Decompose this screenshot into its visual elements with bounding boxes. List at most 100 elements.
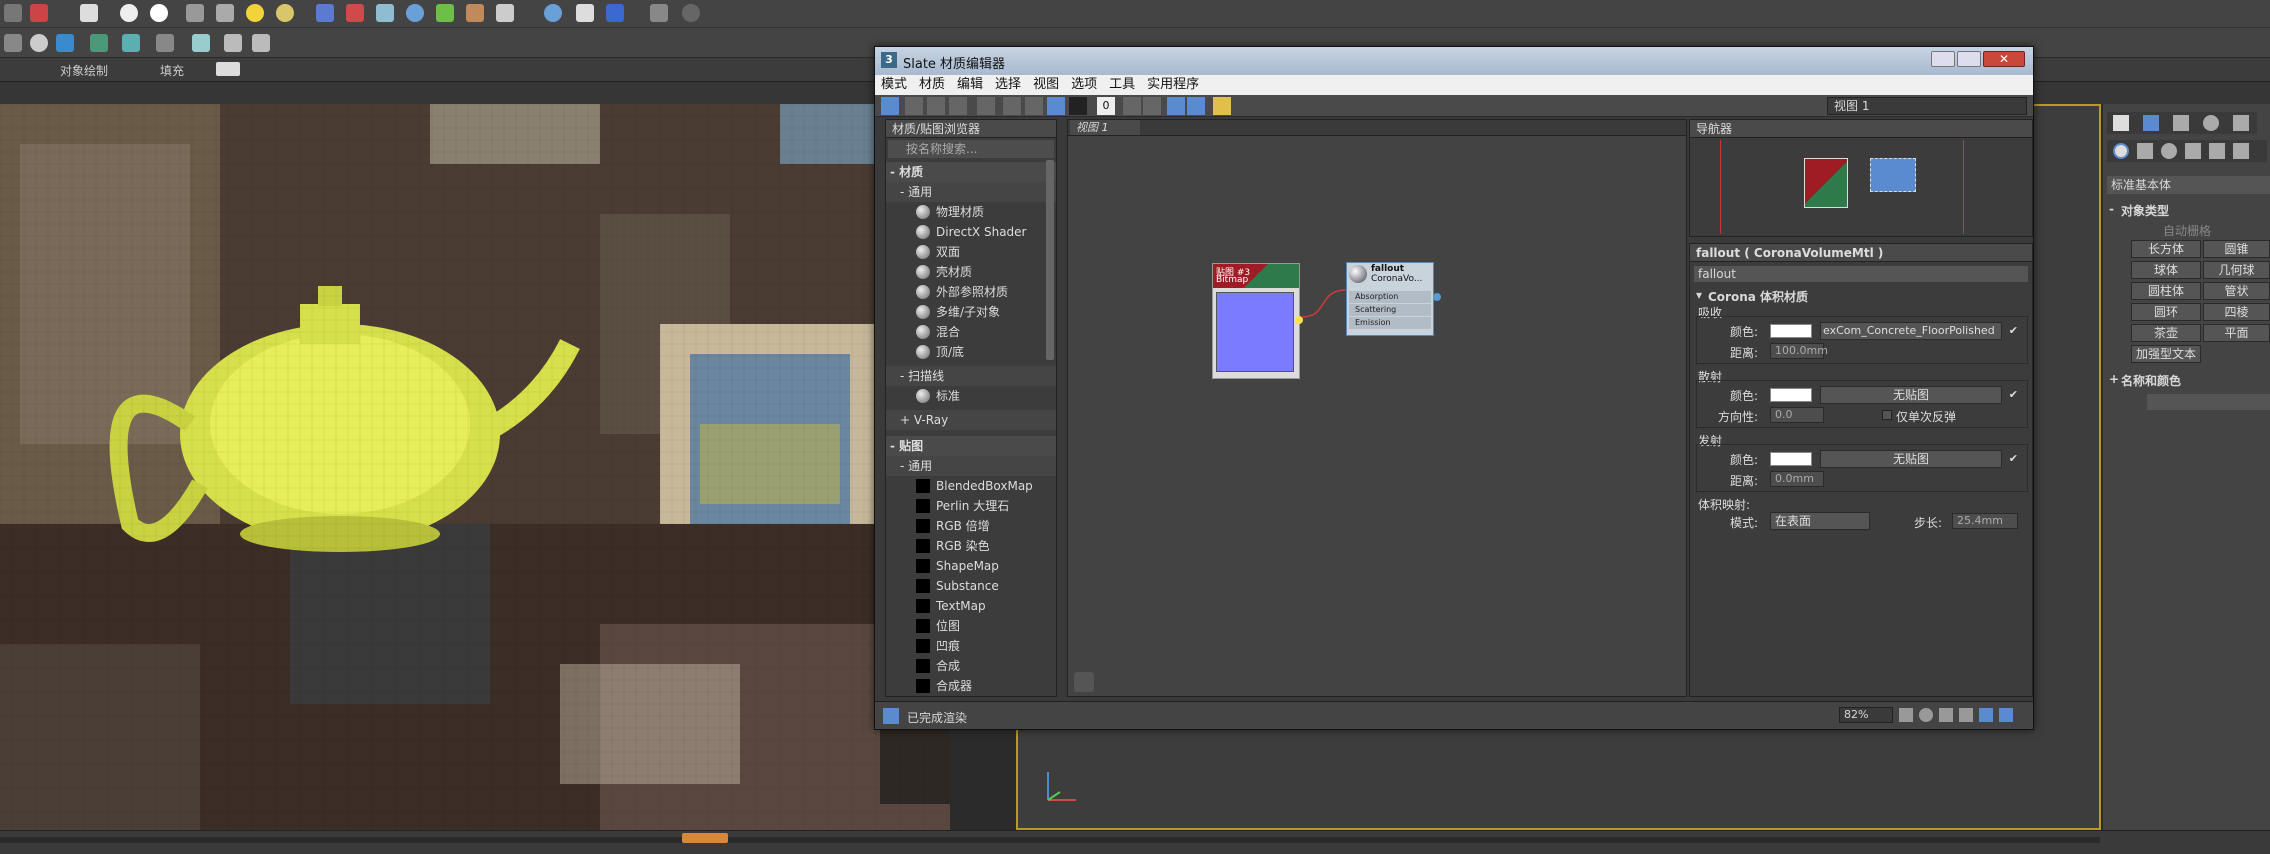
shapes-icon[interactable] bbox=[2137, 143, 2153, 159]
scattering-color-swatch[interactable] bbox=[1770, 388, 1812, 402]
primitive-button[interactable]: 几何球 bbox=[2203, 261, 2270, 279]
material-item[interactable]: 物理材质 bbox=[886, 202, 1056, 222]
bulb-icon[interactable] bbox=[252, 34, 270, 52]
primitive-button[interactable]: 四棱 bbox=[2203, 303, 2270, 321]
delete-icon[interactable] bbox=[977, 97, 995, 115]
menu-item[interactable]: 选项 bbox=[1065, 75, 1103, 95]
section-maps[interactable]: - 贴图 bbox=[886, 436, 1056, 456]
modify-tab-icon[interactable] bbox=[2143, 115, 2159, 131]
object-paint-tab[interactable]: 对象绘制 bbox=[60, 62, 108, 79]
frame-icon[interactable] bbox=[650, 4, 668, 22]
primitive-button[interactable]: 圆柱体 bbox=[2131, 282, 2201, 300]
directionality-spinner[interactable]: 0.0 bbox=[1770, 407, 1824, 423]
compass-icon[interactable] bbox=[376, 4, 394, 22]
primitive-button[interactable]: 管状 bbox=[2203, 282, 2270, 300]
mode-dropdown[interactable]: 在表面 bbox=[1770, 512, 1870, 530]
primitive-button[interactable]: 圆锥 bbox=[2203, 240, 2270, 258]
cameras-icon[interactable] bbox=[2185, 143, 2201, 159]
schematic-icon[interactable] bbox=[156, 34, 174, 52]
emission-distance-spinner[interactable]: 0.0mm bbox=[1770, 471, 1824, 487]
geometry-icon[interactable] bbox=[2113, 143, 2129, 159]
cone-icon[interactable] bbox=[216, 4, 234, 22]
section-maps-general[interactable]: - 通用 bbox=[886, 456, 1056, 476]
map-item[interactable]: BlendedBoxMap bbox=[886, 476, 1056, 496]
scattering-map-button[interactable]: 无贴图 bbox=[1820, 386, 2002, 404]
window-titlebar[interactable]: 3 Slate 材质编辑器 ✕ bbox=[875, 47, 2033, 75]
emission-map-check[interactable]: ✔ bbox=[2009, 452, 2018, 465]
search-input[interactable]: 按名称搜索... bbox=[888, 140, 1054, 158]
shape-icon[interactable] bbox=[80, 4, 98, 22]
material-browser-toggle-icon[interactable] bbox=[1167, 97, 1185, 115]
primitive-button[interactable]: 平面 bbox=[2203, 324, 2270, 342]
select-icon[interactable] bbox=[4, 4, 22, 22]
create-tab-icon[interactable] bbox=[2113, 115, 2129, 131]
layout-all-icon[interactable] bbox=[1123, 97, 1141, 115]
motion-tab-icon[interactable] bbox=[2203, 115, 2219, 131]
primitive-button[interactable]: 长方体 bbox=[2131, 240, 2201, 258]
material-item[interactable]: 混合 bbox=[886, 322, 1056, 342]
single-bounce-checkbox[interactable] bbox=[1882, 410, 1892, 420]
teapot-icon[interactable] bbox=[186, 4, 204, 22]
input-slot[interactable]: Absorption bbox=[1349, 291, 1431, 303]
section-materials[interactable]: - 材质 bbox=[886, 162, 1056, 182]
name-color-rollout[interactable]: + 名称和颜色 bbox=[2107, 370, 2270, 388]
lights-icon[interactable] bbox=[2161, 143, 2177, 159]
material-name-field[interactable]: fallout bbox=[1694, 266, 2028, 282]
material-item[interactable]: DirectX Shader bbox=[886, 222, 1056, 242]
map-item[interactable]: 凹痕 bbox=[886, 636, 1056, 656]
primitive-type-dropdown[interactable]: 标准基本体 bbox=[2107, 176, 2270, 194]
sphere-gold-icon[interactable] bbox=[276, 4, 294, 22]
emission-map-button[interactable]: 无贴图 bbox=[1820, 450, 2002, 468]
material-item[interactable]: 壳材质 bbox=[886, 262, 1056, 282]
absorption-map-check[interactable]: ✔ bbox=[2009, 324, 2018, 337]
object-name-field[interactable] bbox=[2147, 394, 2270, 410]
plant-icon[interactable] bbox=[436, 4, 454, 22]
fallout-material-node[interactable]: fallout CoronaVo... Absorption Scattering… bbox=[1346, 262, 1441, 336]
material-item[interactable]: 双面 bbox=[886, 242, 1056, 262]
input-slot[interactable]: Emission bbox=[1349, 317, 1431, 329]
dropdown-icon[interactable] bbox=[216, 62, 240, 76]
spacewarps-icon[interactable] bbox=[2233, 143, 2249, 159]
put-material-icon[interactable] bbox=[927, 97, 945, 115]
absorption-distance-spinner[interactable]: 100.0mm bbox=[1770, 343, 1828, 359]
zoom-dropdown[interactable]: 82% bbox=[1839, 707, 1893, 723]
emission-color-swatch[interactable] bbox=[1770, 452, 1812, 466]
render-setup-icon[interactable] bbox=[576, 4, 594, 22]
zero-icon[interactable]: 0 bbox=[1097, 97, 1115, 115]
close-button[interactable]: ✕ bbox=[1983, 51, 2025, 67]
view-dropdown[interactable]: 视图 1 bbox=[1827, 97, 2027, 115]
layer-icon[interactable] bbox=[56, 34, 74, 52]
show-map-icon[interactable] bbox=[1047, 97, 1065, 115]
section-general[interactable]: - 通用 bbox=[886, 182, 1056, 202]
hide-unused-icon[interactable] bbox=[1025, 97, 1043, 115]
show-background-icon[interactable] bbox=[1069, 97, 1087, 115]
zoom-extents-icon[interactable] bbox=[1959, 708, 1973, 722]
material-item[interactable]: 外部参照材质 bbox=[886, 282, 1056, 302]
layout-children-icon[interactable] bbox=[1143, 97, 1161, 115]
maximize-view-icon[interactable] bbox=[1999, 708, 2013, 722]
primitive-button[interactable]: 加强型文本 bbox=[2131, 345, 2201, 363]
helpers-icon[interactable] bbox=[2209, 143, 2225, 159]
box-icon[interactable] bbox=[192, 34, 210, 52]
map-item[interactable]: Substance bbox=[886, 576, 1056, 596]
material-item[interactable]: 多维/子对象 bbox=[886, 302, 1056, 322]
light-icon[interactable] bbox=[150, 4, 168, 22]
menu-item[interactable]: 实用程序 bbox=[1141, 75, 1205, 95]
globe-icon[interactable] bbox=[406, 4, 424, 22]
time-slider-track[interactable] bbox=[0, 837, 2100, 843]
node-view-panel[interactable]: 视图 1 贴图 #3 Bitmap fallout CoronaVo... Ab… bbox=[1067, 119, 1687, 697]
pan-hand-icon[interactable] bbox=[1074, 672, 1094, 692]
map-item[interactable]: RGB 染色 bbox=[886, 536, 1056, 556]
menu-item[interactable]: 材质 bbox=[913, 75, 951, 95]
move-children-icon[interactable] bbox=[1003, 97, 1021, 115]
brush-icon[interactable] bbox=[4, 34, 22, 52]
output-socket-icon[interactable] bbox=[1433, 293, 1441, 301]
section-scanline[interactable]: - 扫描线 bbox=[886, 366, 1056, 386]
eyedropper-icon[interactable] bbox=[905, 97, 923, 115]
map-item[interactable]: 位图 bbox=[886, 616, 1056, 636]
scattering-map-check[interactable]: ✔ bbox=[2009, 388, 2018, 401]
map-item[interactable]: 合成 bbox=[886, 656, 1056, 676]
map-item[interactable]: RGB 倍增 bbox=[886, 516, 1056, 536]
section-vray[interactable]: + V-Ray bbox=[886, 410, 1056, 430]
track-icon[interactable] bbox=[122, 34, 140, 52]
